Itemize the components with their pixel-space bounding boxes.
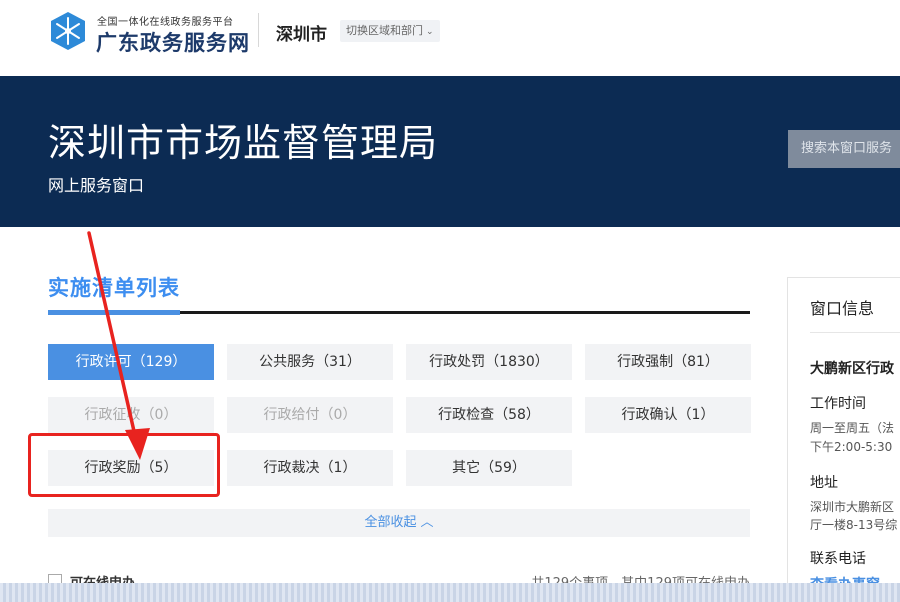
section-title[interactable]: 实施清单列表 bbox=[48, 272, 180, 302]
address-label: 地址 bbox=[810, 475, 838, 491]
address-line-2: 厅一楼8-13号综 bbox=[810, 518, 898, 532]
work-hours-line-2: 下午2:00-5:30 bbox=[810, 440, 893, 454]
category-button-xingzheng-zhengshou[interactable]: 行政征收（0） bbox=[48, 397, 214, 433]
panel-divider bbox=[810, 332, 900, 333]
category-button-xingzheng-xuke[interactable]: 行政许可（129） bbox=[48, 344, 214, 380]
category-button-xingzheng-caijue[interactable]: 行政裁决（1） bbox=[227, 450, 393, 486]
phone-label: 联系电话 bbox=[810, 551, 866, 567]
annotation-highlight-box bbox=[28, 433, 220, 497]
current-city: 深圳市 bbox=[276, 25, 327, 45]
logo-icon[interactable] bbox=[48, 11, 88, 51]
department-title: 深圳市市场监督管理局 bbox=[48, 121, 439, 165]
department-banner: 深圳市市场监督管理局 网上服务窗口 搜索本窗口服务 bbox=[0, 76, 900, 227]
category-button-xingzheng-chufa[interactable]: 行政处罚（1830） bbox=[406, 344, 572, 380]
chevron-up-icon: ︿ bbox=[420, 515, 434, 530]
category-button-xingzheng-jiancha[interactable]: 行政检查（58） bbox=[406, 397, 572, 433]
category-button-xingzheng-queren[interactable]: 行政确认（1） bbox=[585, 397, 751, 433]
switch-region-label: 切换区域和部门 bbox=[346, 24, 423, 37]
top-header: 全国一体化在线政务服务平台 广东政务服务网 深圳市 切换区域和部门 ⌄ bbox=[0, 0, 900, 76]
chevron-down-icon: ⌄ bbox=[426, 27, 434, 37]
address-line-1: 深圳市大鹏新区 bbox=[810, 500, 895, 514]
page: 全国一体化在线政务服务平台 广东政务服务网 深圳市 切换区域和部门 ⌄ 深圳市市场… bbox=[0, 0, 900, 602]
header-divider bbox=[258, 13, 259, 47]
work-hours-line-1: 周一至周五（法 bbox=[810, 421, 895, 435]
window-info-panel: 窗口信息 大鹏新区行政 工作时间 周一至周五（法 下午2:00-5:30 地址 … bbox=[787, 277, 900, 602]
search-window-services-button[interactable]: 搜索本窗口服务 bbox=[788, 130, 900, 168]
department-subtitle: 网上服务窗口 bbox=[48, 176, 145, 195]
category-button-xingzheng-qiangzhi[interactable]: 行政强制（81） bbox=[585, 344, 751, 380]
screenshot-bottom-strip bbox=[0, 583, 900, 602]
logo-title[interactable]: 广东政务服务网 bbox=[96, 27, 250, 57]
window-department: 大鹏新区行政 bbox=[810, 361, 894, 377]
window-info-title: 窗口信息 bbox=[810, 299, 875, 318]
active-tab-indicator bbox=[48, 310, 180, 315]
category-button-qita[interactable]: 其它（59） bbox=[406, 450, 572, 486]
category-button-xingzheng-geifu[interactable]: 行政给付（0） bbox=[227, 397, 393, 433]
logo-subtitle: 全国一体化在线政务服务平台 bbox=[97, 17, 234, 28]
collapse-all-label: 全部收起 bbox=[364, 515, 417, 530]
work-hours-label: 工作时间 bbox=[810, 396, 866, 412]
switch-region-button[interactable]: 切换区域和部门 ⌄ bbox=[340, 20, 440, 42]
category-button-gonggong-fuwu[interactable]: 公共服务（31） bbox=[227, 344, 393, 380]
collapse-all-button[interactable]: 全部收起 ︿ bbox=[48, 509, 750, 537]
